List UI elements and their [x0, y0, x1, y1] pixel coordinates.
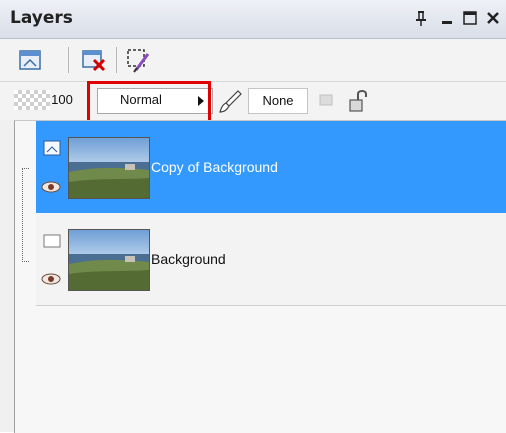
dropdown-arrow-icon[interactable]: [198, 96, 204, 106]
link-icon: [319, 94, 333, 106]
paintbrush-icon: [219, 90, 242, 113]
edit-selection-icon: [127, 49, 150, 73]
minimize-icon: [442, 21, 452, 24]
pin-icon: [416, 11, 426, 26]
layer-toolbar: [0, 39, 506, 82]
mask-dropdown[interactable]: None: [248, 88, 308, 114]
maximize-icon: [463, 11, 477, 25]
panel-title-bar: Layers: [0, 0, 506, 39]
brush-button[interactable]: [218, 88, 244, 114]
layer-thumbnail: [68, 229, 150, 291]
delete-layer-icon: [82, 50, 106, 72]
lock-button[interactable]: [346, 88, 370, 114]
minimize-button[interactable]: [436, 6, 458, 30]
panel-title: Layers: [10, 8, 73, 28]
toolbar-separator: [116, 47, 117, 73]
close-icon: [487, 12, 499, 24]
background-layer-icon: [42, 231, 62, 249]
blend-mode-value: Normal: [120, 92, 162, 107]
toolbar-separator: [68, 47, 69, 73]
layer-row-copy-of-background[interactable]: Copy of Background: [36, 121, 506, 213]
visibility-eye-icon[interactable]: [40, 271, 62, 285]
raster-layer-icon: [42, 139, 62, 157]
new-layer-button[interactable]: [16, 46, 44, 74]
delete-layer-button[interactable]: [80, 46, 108, 74]
layer-name: Copy of Background: [151, 159, 278, 175]
blend-mode-dropdown[interactable]: Normal: [97, 88, 213, 114]
maximize-button[interactable]: [459, 6, 481, 30]
close-button[interactable]: [482, 6, 504, 30]
opacity-field[interactable]: 100: [42, 90, 82, 110]
layer-row-background[interactable]: Background: [36, 213, 506, 306]
group-bracket: [22, 168, 29, 262]
link-button[interactable]: [318, 92, 334, 108]
visibility-eye-icon[interactable]: [40, 179, 62, 193]
edit-selection-button[interactable]: [124, 46, 152, 74]
layers-panel: Layers 100 Normal None Copy of Backgroun…: [0, 0, 506, 433]
new-layer-icon: [19, 50, 41, 70]
pin-button[interactable]: [410, 6, 432, 30]
lock-open-icon: [349, 90, 367, 112]
layer-thumbnail: [68, 137, 150, 199]
layer-name: Background: [151, 251, 226, 267]
layer-properties-bar: 100 Normal None: [0, 82, 506, 120]
